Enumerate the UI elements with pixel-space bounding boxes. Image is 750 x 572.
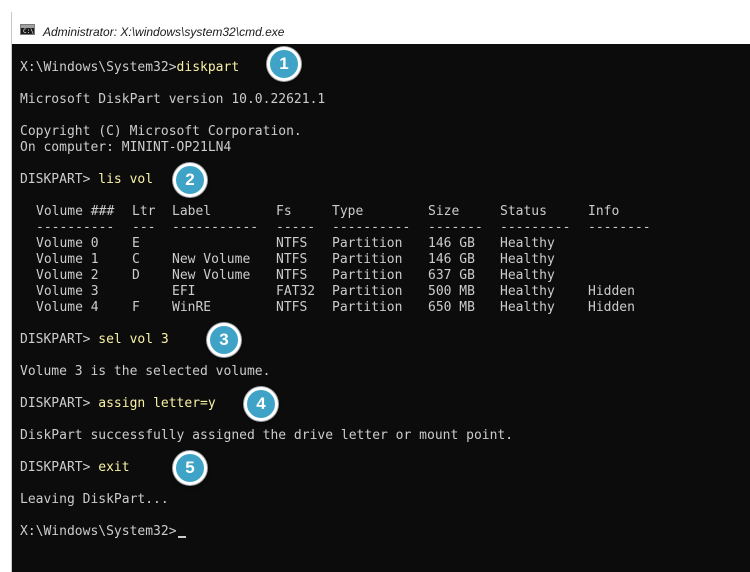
table-cell: E [132,236,140,251]
table-cell: 637 GB [428,268,475,283]
prompt-line-lis-vol: DISKPART> lis vol [20,172,154,187]
text-cursor [177,536,186,538]
table-header-cell: Fs [276,204,292,219]
cmd-app-icon: C:\ [20,24,35,35]
table-separator: ---------- [332,220,411,235]
title-bar[interactable]: C:\ Administrator: X:\windows\system32\c… [12,12,750,44]
table-cell: NTFS [276,300,308,315]
leaving-line: Leaving DiskPart... [20,492,169,507]
command-diskpart: diskpart [176,60,240,75]
table-cell: C [132,252,140,267]
table-header-cell: Info [588,204,620,219]
table-separator: --- [132,220,156,235]
cmd-window: C:\ Administrator: X:\windows\system32\c… [12,12,750,572]
table-header-cell: Type [332,204,364,219]
table-cell: FAT32 [276,284,316,299]
table-header-cell: Volume ### [36,204,115,219]
prompt-line-diskpart: X:\Windows\System32>diskpart [20,60,240,75]
table-separator: -------- [588,220,651,235]
table-cell: Healthy [500,300,555,315]
table-header-cell: Status [500,204,547,219]
table-cell: Partition [332,252,403,267]
step-badge-2: 2 [173,163,207,197]
table-cell: Healthy [500,284,555,299]
table-separator: --------- [500,220,571,235]
step-badge-1: 1 [267,47,301,81]
table-cell: Volume 2 [36,268,99,283]
table-cell: F [132,300,140,315]
table-cell: 146 GB [428,252,475,267]
table-cell: NTFS [276,268,308,283]
table-cell: Hidden [588,284,635,299]
version-line: Microsoft DiskPart version 10.0.22621.1 [20,92,326,107]
command-exit: exit [98,460,130,475]
copyright-line: Copyright (C) Microsoft Corporation. [20,124,302,139]
table-cell: EFI [172,284,196,299]
prompt-line-final[interactable]: X:\Windows\System32> [20,524,186,540]
table-cell: NTFS [276,236,308,251]
command-assign: assign letter=y [98,396,216,411]
table-cell: New Volume [172,252,251,267]
window-title: Administrator: X:\windows\system32\cmd.e… [43,25,285,39]
table-cell: 650 MB [428,300,475,315]
computer-line: On computer: MININT-OP21LN4 [20,140,232,155]
table-separator: ----- [276,220,316,235]
table-cell: Hidden [588,300,635,315]
table-header-cell: Ltr [132,204,156,219]
step-badge-5: 5 [173,451,207,485]
step-badge-3: 3 [207,323,241,357]
table-cell: New Volume [172,268,251,283]
table-cell: Healthy [500,252,555,267]
table-cell: WinRE [172,300,212,315]
table-cell: Partition [332,268,403,283]
table-separator: ---------- [36,220,115,235]
table-cell: 500 MB [428,284,475,299]
selected-line: Volume 3 is the selected volume. [20,364,271,379]
table-separator: ------- [428,220,483,235]
table-cell: Volume 0 [36,236,99,251]
prompt-line-sel-vol: DISKPART> sel vol 3 [20,332,169,347]
table-cell: 146 GB [428,236,475,251]
table-cell: Healthy [500,268,555,283]
prompt-line-exit: DISKPART> exit [20,460,130,475]
prompt-line-assign: DISKPART> assign letter=y [20,396,216,411]
command-lis-vol: lis vol [98,172,154,187]
console-output[interactable]: X:\Windows\System32>diskpart Microsoft D… [12,44,750,572]
assigned-line: DiskPart successfully assigned the drive… [20,428,514,443]
table-cell: Volume 3 [36,284,99,299]
table-header-cell: Label [172,204,212,219]
table-cell: Volume 1 [36,252,99,267]
table-separator: ----------- [172,220,259,235]
command-sel-vol: sel vol 3 [98,332,169,347]
table-header-cell: Size [428,204,460,219]
table-cell: Healthy [500,236,555,251]
table-cell: NTFS [276,252,308,267]
table-cell: Partition [332,236,403,251]
table-cell: D [132,268,140,283]
table-cell: Partition [332,300,403,315]
table-cell: Volume 4 [36,300,99,315]
table-cell: Partition [332,284,403,299]
step-badge-4: 4 [244,387,278,421]
